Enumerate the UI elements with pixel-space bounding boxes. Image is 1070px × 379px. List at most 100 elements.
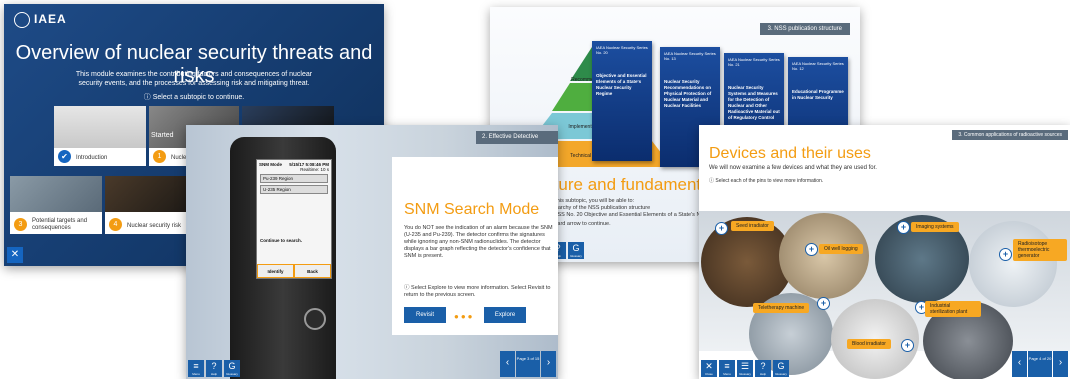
slide-heading: SNM Search Mode: [404, 201, 540, 218]
intro-text: This module examines the contributing fa…: [75, 71, 313, 87]
close-button[interactable]: ✕: [7, 247, 23, 263]
pin-thermoelectric-generator[interactable]: Radioisotope thermoelectric generator: [1013, 239, 1067, 261]
hint-text: Select a subtopic to continue.: [152, 94, 245, 101]
page-nav: ‹ Page 3 of 15 ›: [500, 351, 556, 377]
tile-image: [105, 176, 189, 212]
page-indicator: Page 3 of 15: [516, 351, 540, 377]
bottom-toolbar: ≡ Menu ? Help G Glossary: [188, 360, 240, 377]
tile-label: Introduction: [76, 155, 108, 161]
tile-label: Potential targets and consequences: [32, 218, 88, 231]
forward-arrow-icon[interactable]: ›: [541, 351, 556, 377]
help-button[interactable]: ?Help: [755, 360, 771, 377]
region-bar: U-235 Region: [260, 185, 328, 194]
toolbar-label: Help: [210, 372, 218, 376]
toolbar-label: Glossary: [775, 372, 787, 376]
tile-introduction[interactable]: ✔ Introduction: [54, 106, 146, 166]
book-series: IAEA Nuclear Security Series No. 12: [792, 61, 844, 71]
explore-hint: ⓘ Select Explore to view more informatio…: [404, 285, 551, 298]
pin-plus-icon[interactable]: +: [817, 297, 830, 310]
power-button-icon: [304, 308, 326, 330]
publication-cover: IAEA Nuclear Security Series No. 20 Objec…: [592, 41, 652, 161]
back-arrow-icon[interactable]: ‹: [1012, 351, 1027, 377]
book-title: Educational Programme in Nuclear Securit…: [792, 89, 844, 100]
section-tag: 2. Effective Detective: [476, 131, 558, 144]
menu-button[interactable]: ≡Menu: [719, 360, 735, 377]
hint-text: Select Explore to view more information.…: [404, 285, 551, 298]
tile-nuclear-security-risk[interactable]: 4 Nuclear security risk: [105, 176, 189, 234]
tile-potential-targets[interactable]: 3 Potential targets and consequences: [10, 176, 102, 234]
toolbar-label: Glossary: [226, 372, 238, 376]
toolbar-label: Menu: [723, 372, 731, 376]
book-series: IAEA Nuclear Security Series No. 20: [596, 45, 648, 55]
help-button[interactable]: ?Help: [206, 360, 222, 377]
book-series: IAEA Nuclear Security Series No. 21: [728, 57, 780, 67]
slide-snm-search-mode: SNM Mode 5/15/17 5:08:46 PM Realtime: 10…: [186, 125, 558, 379]
pin-teletherapy-machine[interactable]: Teletherapy machine: [753, 303, 810, 313]
section-tag: 3. NSS publication structure: [759, 23, 850, 35]
content-panel: SNM Search Mode You do NOT see the indic…: [392, 157, 558, 335]
screen-buttons: Identify Back: [257, 264, 331, 278]
pin-seed-irradiator[interactable]: Seed irradiator: [731, 221, 774, 231]
screen-mode: SNM Mode: [259, 162, 282, 167]
revisit-button[interactable]: Revisit: [404, 307, 446, 323]
glossary-button[interactable]: G Glossary: [773, 360, 789, 377]
back-arrow-icon[interactable]: ‹: [500, 351, 515, 377]
pin-plus-icon[interactable]: +: [999, 248, 1012, 261]
toolbar-label: Help: [759, 372, 767, 376]
toolbar-label: Glossary: [570, 254, 582, 258]
pin-plus-icon[interactable]: +: [897, 221, 910, 234]
completed-check-icon: ✔: [58, 150, 71, 163]
book-title: Nuclear Security Systems and Measures fo…: [728, 85, 780, 120]
toolbar-label: Menu: [192, 372, 200, 376]
page-nav: ‹ Page 4 of 20 ›: [1012, 351, 1068, 377]
pins-hint: ⓘ Select each of the pins to view more i…: [709, 178, 824, 184]
device-photo: [969, 221, 1057, 307]
slide-heading: Devices and their uses: [709, 145, 871, 162]
page-indicator: Page 4 of 20: [1028, 351, 1052, 377]
region-bar: Pu-239 Region: [260, 174, 328, 183]
tile-image: [10, 176, 102, 212]
progress-dots: ●●●: [454, 312, 475, 321]
bottom-toolbar: ✕Close ≡Menu ☰Glossary ?Help GGlossary: [701, 360, 789, 377]
toolbar-label: Close: [705, 372, 713, 376]
forward-arrow-icon[interactable]: ›: [1053, 351, 1068, 377]
pin-sterilization-plant[interactable]: Industrial sterilization plant: [925, 301, 981, 317]
iaea-logo: IAEA: [14, 12, 67, 28]
logo-text: IAEA: [34, 12, 67, 27]
back-button[interactable]: Back: [294, 264, 331, 278]
menu-button[interactable]: ≡Menu: [188, 360, 204, 377]
pin-plus-icon[interactable]: +: [901, 339, 914, 352]
toolbar-label: Glossary: [739, 372, 751, 376]
iaea-emblem-icon: [14, 12, 30, 28]
tile-image: [54, 106, 146, 148]
slide-devices-uses: 3. Common applications of radioactive so…: [699, 125, 1070, 379]
book-title: Objective and Essential Elements of a St…: [596, 73, 647, 96]
close-button[interactable]: ✕Close: [701, 360, 717, 377]
subtopic-hint: ⓘ Select a subtopic to continue.: [143, 94, 245, 101]
detector-screen: SNM Mode 5/15/17 5:08:46 PM Realtime: 10…: [256, 159, 332, 279]
pin-plus-icon[interactable]: +: [715, 222, 728, 235]
tile-number-badge: 3: [14, 218, 27, 231]
section-tag: 3. Common applications of radioactive so…: [952, 130, 1068, 140]
screen-realtime: Realtime: 10 s: [300, 167, 329, 172]
pin-blood-irradiator[interactable]: Blood irradiator: [847, 339, 891, 349]
body-text: You do NOT see the indication of an alar…: [404, 225, 553, 259]
pin-imaging-systems[interactable]: Imaging systems: [911, 222, 959, 232]
screen-message: Continue to search.: [260, 238, 303, 243]
glossary-button[interactable]: G Glossary: [568, 242, 584, 259]
slide-subtitle: We will now examine a few devices and wh…: [709, 165, 877, 171]
book-series: IAEA Nuclear Security Series No. 13: [664, 51, 716, 61]
device-photo: [779, 213, 869, 299]
identify-button[interactable]: Identify: [257, 264, 294, 278]
tile-number-badge: 4: [109, 218, 122, 231]
explore-button[interactable]: Explore: [484, 307, 526, 323]
hint-text: Select each of the pins to view more inf…: [715, 178, 824, 184]
glossary-list-button[interactable]: ☰Glossary: [737, 360, 753, 377]
pin-plus-icon[interactable]: +: [805, 243, 818, 256]
glossary-button[interactable]: G Glossary: [224, 360, 240, 377]
region-label: U-235 Region: [263, 187, 291, 192]
tile-number-badge: 1: [153, 150, 166, 163]
pin-oil-well-logging[interactable]: Oil well logging: [819, 244, 863, 254]
book-title: Nuclear Security Recommendations on Phys…: [664, 79, 712, 108]
tile-label: Nuclear security risk: [127, 223, 182, 229]
